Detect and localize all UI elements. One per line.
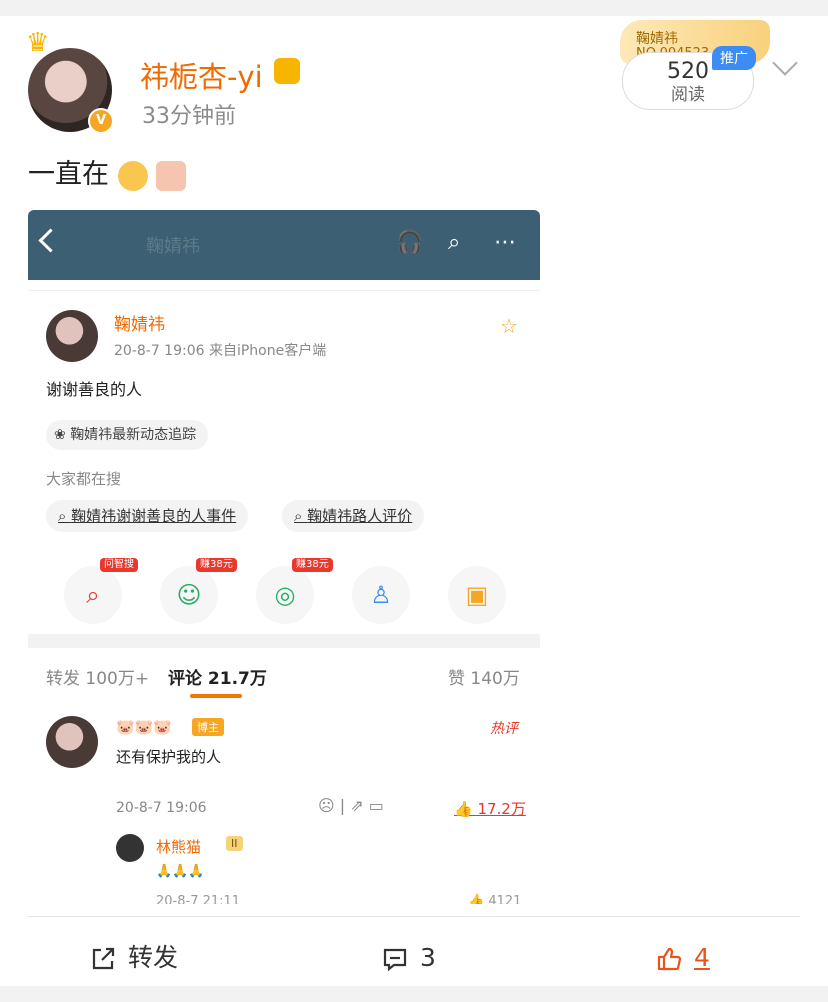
star-icon: ☆ — [500, 314, 518, 338]
repost-button[interactable]: 转发 — [90, 938, 178, 978]
listen-icon: 🎧 — [396, 230, 424, 255]
heart-hands-icon — [156, 160, 187, 191]
screenshot-tab-likes: 赞 140万 — [448, 669, 520, 689]
screenshot-tab-comments: 评论 21.7万 — [168, 669, 267, 689]
reply-time: 20-8-7 21:11 — [156, 894, 241, 904]
pleading-face-icon — [117, 160, 148, 191]
comment-action-icons: ☹ | ⇗ ▭ — [318, 796, 384, 815]
wechat-share-icon: ☺ 赚38元 — [160, 558, 237, 624]
share-tag: 赚38元 — [292, 558, 333, 572]
reply-username: 林熊猫 — [156, 838, 202, 856]
divider — [28, 634, 540, 648]
like-count: 4 — [694, 943, 710, 972]
promo-tag: 推广 — [712, 46, 756, 70]
post-image-screenshot[interactable]: 鞠婧祎 🎧 ⌕ ⋯ 鞠婧祎 20-8-7 19:06 来自iPhone客户端 ☆… — [28, 210, 540, 904]
share-tag: 问智搜 — [100, 558, 138, 572]
screenshot-tab-repost: 转发 100万+ — [46, 669, 150, 689]
username[interactable]: 祎栀杏-yi — [140, 54, 263, 96]
chevron-down-icon[interactable] — [772, 50, 798, 76]
post-time: 33分钟前 — [142, 104, 236, 129]
topic-icon: ❀ — [54, 427, 71, 443]
back-icon — [38, 228, 63, 253]
screenshot-topic: ❀ 鞠婧祎最新动态追踪 — [46, 420, 209, 450]
reply-likes: 👍 4121 — [468, 894, 521, 904]
comment-avatar — [46, 716, 98, 768]
hot-comment-tag: 热评 — [490, 721, 518, 737]
moments-share-icon: ◎ 赚38元 — [256, 558, 333, 624]
comment-text: 还有保护我的人 — [116, 748, 222, 766]
verified-icon: V — [88, 108, 114, 134]
comment-like-count: 17.2万 — [477, 800, 526, 818]
search-icon: ⌕ — [448, 230, 461, 255]
screenshot-avatar — [46, 310, 98, 362]
comment-button[interactable]: 3 — [382, 938, 436, 978]
search-chip: ⌕ 鞠婧祎谢谢善良的人事件 — [46, 500, 249, 532]
search-chip-label: 鞠婧祎谢谢善良的人事件 — [71, 507, 237, 525]
comment-icon — [383, 948, 407, 972]
vip-icon — [274, 58, 300, 84]
zhisou-share-icon: ⌕ 问智搜 — [64, 558, 138, 624]
screenshot-username: 鞠婧祎 — [114, 315, 165, 335]
comment-likes: 👍 17.2万 — [454, 800, 526, 818]
read-label: 阅读 — [671, 85, 705, 105]
comment-badge: 博主 — [192, 718, 224, 736]
search-label: 大家都在搜 — [46, 470, 122, 488]
screenshot-header: 鞠婧祎 🎧 ⌕ ⋯ — [28, 210, 540, 280]
repost-icon — [92, 947, 115, 970]
comment-count: 3 — [420, 943, 436, 972]
search-chip: ⌕ 鞠婧祎路人评价 — [282, 500, 425, 532]
more-icon: ⋯ — [494, 230, 516, 255]
repost-label: 转发 — [128, 943, 179, 972]
post-text: 一直在 — [28, 152, 187, 191]
divider — [28, 290, 540, 291]
divider — [28, 916, 800, 917]
qq-share-icon: ♙ — [352, 566, 410, 624]
tab-underline — [190, 694, 242, 698]
promo-name: 鞠婧祎 — [636, 31, 678, 47]
save-image-icon: ▣ — [448, 566, 506, 624]
post-text-content: 一直在 — [28, 159, 109, 190]
reply-badge: II — [226, 836, 243, 851]
screenshot-text: 谢谢善良的人 — [46, 380, 143, 399]
reply-like-count: 4121 — [488, 894, 522, 904]
post-card: ♛ V 祎栀杏-yi 33分钟前 鞠婧祎 NO.004523 520 阅读 推广… — [0, 16, 828, 986]
reply-avatar — [116, 834, 144, 862]
comment-username: 🐷🐷🐷 — [116, 718, 173, 736]
topic-label: 鞠婧祎最新动态追踪 — [70, 427, 197, 443]
screenshot-meta: 20-8-7 19:06 来自iPhone客户端 — [114, 343, 327, 359]
screenshot-header-title: 鞠婧祎 — [146, 236, 200, 257]
search-chip-label: 鞠婧祎路人评价 — [307, 507, 413, 525]
comment-time: 20-8-7 19:06 — [116, 800, 207, 816]
share-tag: 赚38元 — [196, 558, 237, 572]
thumbs-up-icon — [657, 947, 682, 971]
like-button[interactable]: 4 — [656, 938, 710, 978]
reply-text: 🙏🙏🙏 — [156, 864, 205, 879]
crown-icon: ♛ — [26, 28, 50, 58]
